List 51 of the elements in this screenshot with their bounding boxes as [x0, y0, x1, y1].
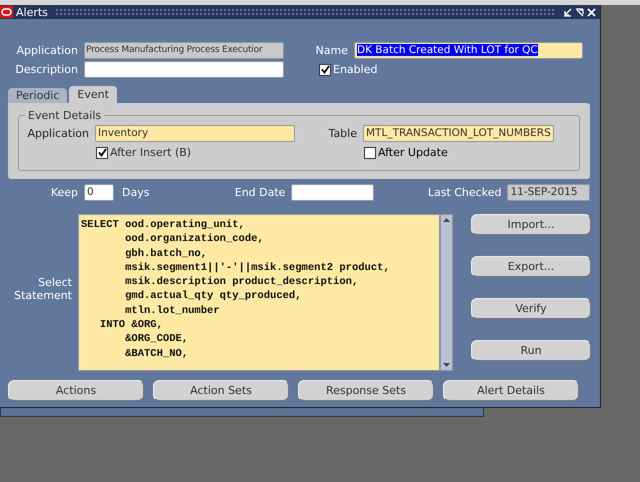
field-label: Description	[14, 63, 79, 76]
check-icon	[98, 148, 106, 157]
action-button[interactable]: Verify	[471, 298, 591, 319]
action-button[interactable]: Action Sets	[153, 380, 289, 401]
action-button[interactable]: Export...	[471, 256, 591, 277]
field-label: End Date	[234, 186, 286, 199]
event-application-field[interactable]: Inventory	[95, 125, 295, 142]
field-label: Application	[26, 127, 90, 140]
field-label: Keep	[50, 186, 79, 199]
code-line: gbh.batch_no,	[124, 246, 208, 261]
checkbox[interactable]: After Update	[364, 146, 448, 159]
application-field[interactable]: Process Manufacturing Process Executior	[84, 42, 284, 59]
field-label: Table	[328, 127, 358, 140]
code-line: &ORG_CODE,	[124, 332, 190, 347]
maximize-icon[interactable]	[575, 8, 584, 16]
code-line: gmd.actual_qty qty_produced,	[124, 289, 303, 304]
checkbox[interactable]: After Insert (B)	[96, 146, 364, 159]
scrollbar[interactable]	[440, 214, 453, 371]
action-button[interactable]: Run	[471, 340, 591, 361]
close-icon[interactable]	[587, 8, 596, 16]
description-field[interactable]	[84, 61, 284, 78]
action-button[interactable]: Actions	[8, 380, 144, 401]
action-button[interactable]: Alert Details	[443, 380, 579, 401]
code-line: &BATCH_NO,	[124, 346, 190, 361]
last-checked-field[interactable]: 11-SEP-2015	[507, 184, 590, 201]
field-label: Select Statement	[13, 276, 73, 302]
app-logo-icon	[0, 6, 13, 18]
code-line: ood.organization_code,	[124, 232, 265, 247]
keep-field[interactable]: 0	[84, 184, 114, 201]
checkbox[interactable]: Enabled	[319, 63, 378, 76]
field-label: Last Checked	[426, 186, 502, 199]
code-line: INTO &ORG,	[98, 318, 164, 332]
table-field[interactable]: MTL_TRANSACTION_LOT_NUMBERS	[363, 125, 554, 142]
window-title: Alerts	[16, 6, 48, 18]
tab[interactable]: Event	[69, 86, 117, 103]
action-button[interactable]: Response Sets	[298, 380, 434, 401]
code-line: msik.segment1||'-'||msik.segment2 product,	[124, 260, 391, 276]
code-line: mtln.lot_number	[124, 304, 221, 318]
action-button[interactable]: Import...	[471, 214, 591, 235]
code-line: msik.description product_description,	[124, 275, 360, 290]
unit-label: Days	[121, 186, 150, 199]
code-line: SELECT ood.operating_unit,	[81, 218, 246, 232]
name-field[interactable]: DK Batch Created With LOT for QC	[354, 42, 583, 59]
field-label: Application	[16, 44, 79, 57]
end-date-field[interactable]	[291, 184, 374, 201]
minimize-icon[interactable]	[563, 8, 572, 16]
tab[interactable]: Periodic	[8, 88, 68, 103]
select-statement-field[interactable]	[78, 214, 440, 371]
field-label: Name	[314, 44, 349, 57]
check-icon	[320, 65, 330, 74]
group-title: Event Details	[27, 109, 102, 122]
